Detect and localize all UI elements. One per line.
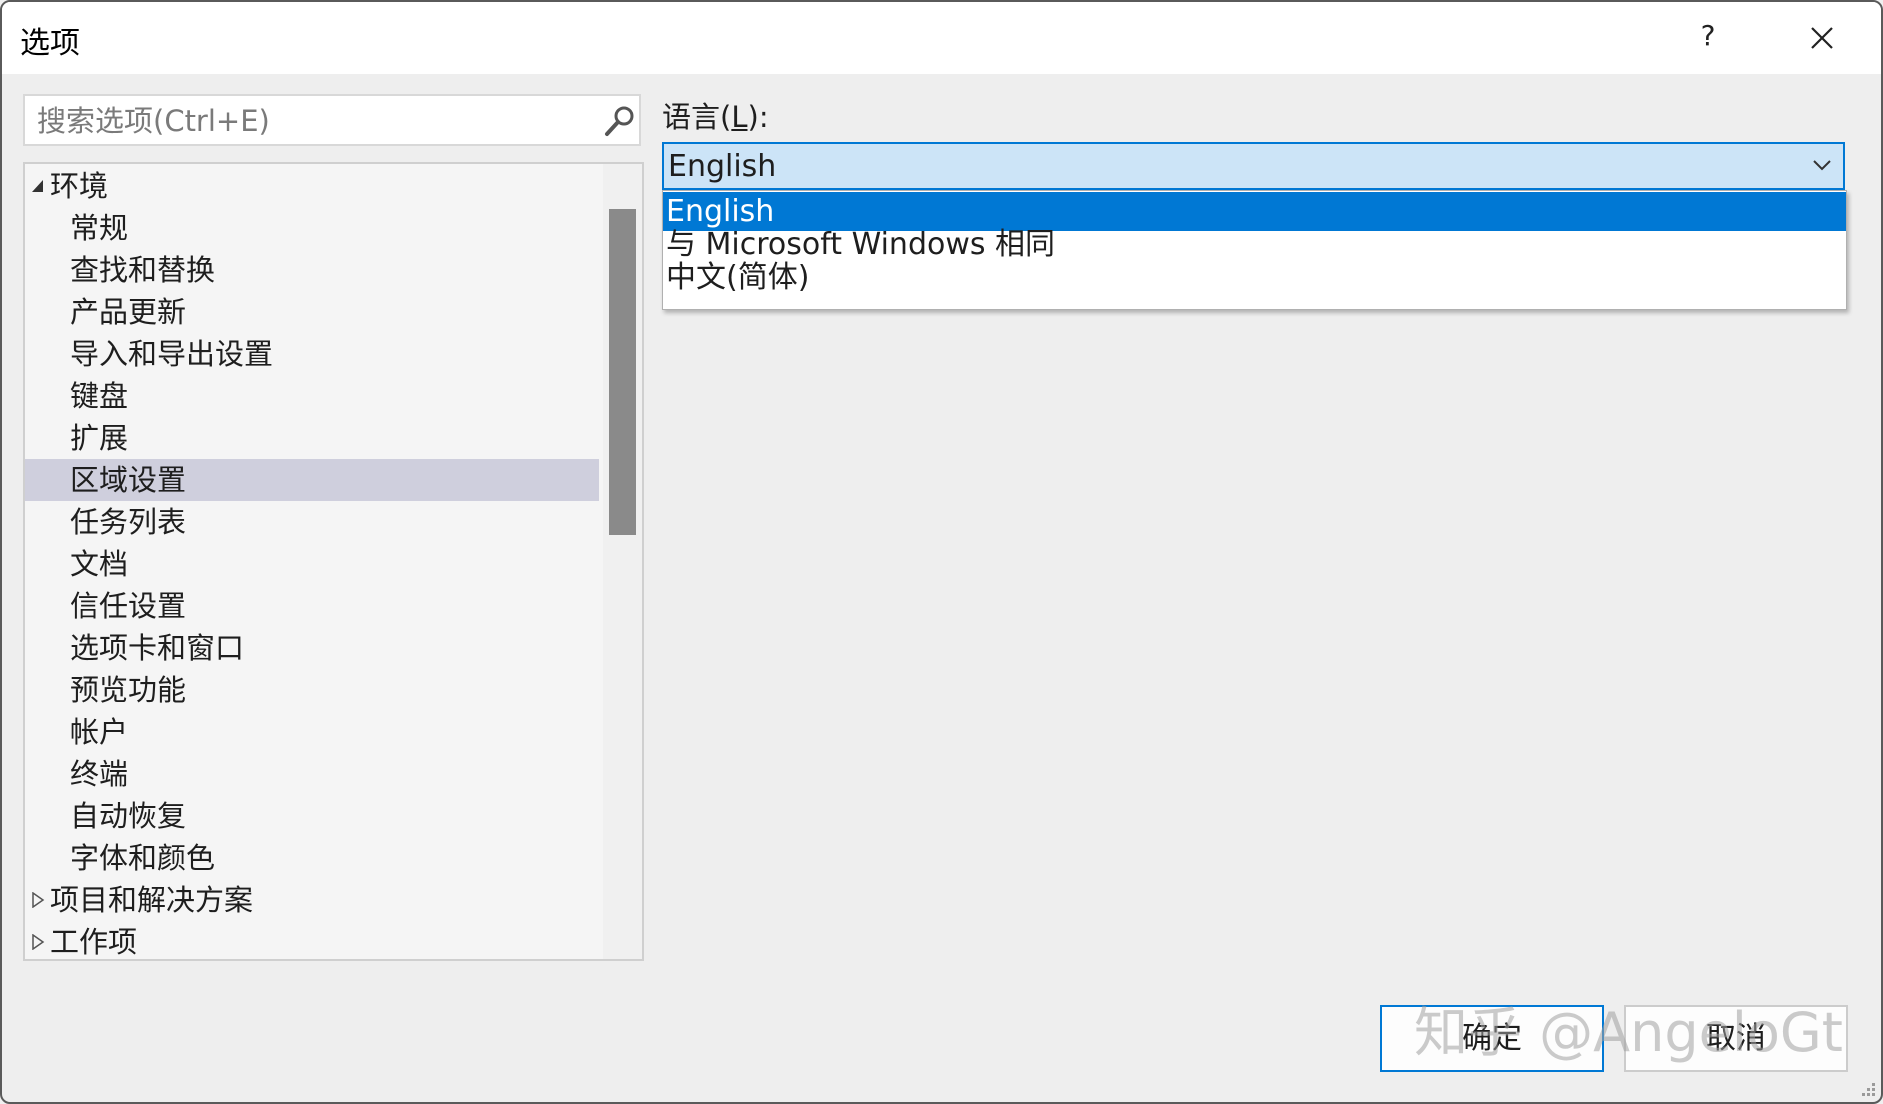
tree-item-child[interactable]: 查找和替换 [25, 249, 599, 291]
tree-item-child[interactable]: 文档 [25, 543, 599, 585]
tree-item-label: 项目和解决方案 [50, 883, 254, 917]
search-icon[interactable] [603, 104, 637, 138]
tree-item-child[interactable]: 字体和颜色 [25, 837, 599, 879]
tree-item-label: 键盘 [70, 379, 129, 413]
collapsed-arrow-icon[interactable] [31, 892, 45, 908]
tree-item-label: 信任设置 [70, 589, 187, 623]
tree-item-child[interactable]: 区域设置 [25, 459, 599, 501]
tree-item-root-collapsed[interactable]: 项目和解决方案 [25, 879, 599, 921]
tree-item-child[interactable]: 自动恢复 [25, 795, 599, 837]
tree-scrollbar-thumb[interactable] [609, 209, 636, 535]
tree-item-child[interactable]: 选项卡和窗口 [25, 627, 599, 669]
cancel-button[interactable]: 取消 [1624, 1005, 1848, 1072]
tree-item-child[interactable]: 扩展 [25, 417, 599, 459]
tree-item-child[interactable]: 常规 [25, 207, 599, 249]
language-selected-value: English [668, 149, 777, 184]
tree-item-label: 导入和导出设置 [70, 337, 274, 371]
help-button[interactable]: ? [1692, 16, 1724, 56]
expanded-arrow-icon[interactable] [31, 178, 45, 194]
tree-item-child[interactable]: 信任设置 [25, 585, 599, 627]
tree-item-child[interactable]: 产品更新 [25, 291, 599, 333]
chevron-down-icon [1813, 160, 1831, 171]
tree-item-child[interactable]: 帐户 [25, 711, 599, 753]
close-button[interactable] [1802, 18, 1842, 58]
options-dialog: 选项 ? 环境常规查找和替换产品更新导入和导出设置键盘扩展区域设置任务列表文档信… [0, 0, 1883, 1104]
tree-item-label: 常规 [70, 211, 129, 245]
language-option[interactable]: 中文(简体) [663, 258, 1846, 297]
dialog-title: 选项 [20, 26, 80, 61]
tree-item-label: 查找和替换 [70, 253, 216, 287]
tree-item-label: 环境 [50, 169, 109, 203]
tree-item-root-collapsed[interactable]: 工作项 [25, 921, 599, 959]
tree-item-label: 字体和颜色 [70, 841, 216, 875]
search-box [23, 94, 641, 146]
tree-item-label: 终端 [70, 757, 129, 791]
tree-item-label: 帐户 [70, 715, 129, 749]
close-icon [1811, 27, 1833, 49]
collapsed-arrow-icon[interactable] [31, 934, 45, 950]
tree-item-child[interactable]: 终端 [25, 753, 599, 795]
tree-item-label: 区域设置 [70, 463, 187, 497]
tree-item-label: 选项卡和窗口 [70, 631, 245, 665]
resize-grip-icon[interactable] [1857, 1078, 1877, 1098]
tree-item-label: 产品更新 [70, 295, 187, 329]
options-tree: 环境常规查找和替换产品更新导入和导出设置 键盘扩展区域设置任务列表文档信任设置选项… [23, 162, 644, 961]
tree-item-child[interactable]: 任务列表 [25, 501, 599, 543]
tree-item-child[interactable]: 预览功能 [25, 669, 599, 711]
search-input[interactable] [35, 100, 579, 142]
language-label: 语言(L): [662, 100, 769, 134]
tree-item-child[interactable]: 键盘 [25, 375, 599, 417]
ok-button[interactable]: 确定 [1380, 1005, 1604, 1072]
tree-item-label: 预览功能 [70, 673, 187, 707]
tree-item-label: 工作项 [50, 925, 138, 959]
tree-item-label: 任务列表 [70, 505, 187, 539]
title-bar: 选项 ? [2, 2, 1881, 74]
tree-item-root-expanded[interactable]: 环境 [25, 165, 599, 207]
language-select[interactable]: English [662, 142, 1845, 190]
tree-item-label: 扩展 [70, 421, 129, 455]
language-dropdown-list: English 与 Microsoft Windows 相同 中文(简体) [662, 190, 1847, 310]
tree-item-child[interactable]: 导入和导出设置 [25, 333, 599, 375]
tree-item-label: 文档 [70, 547, 129, 581]
tree-item-label: 自动恢复 [70, 799, 187, 833]
